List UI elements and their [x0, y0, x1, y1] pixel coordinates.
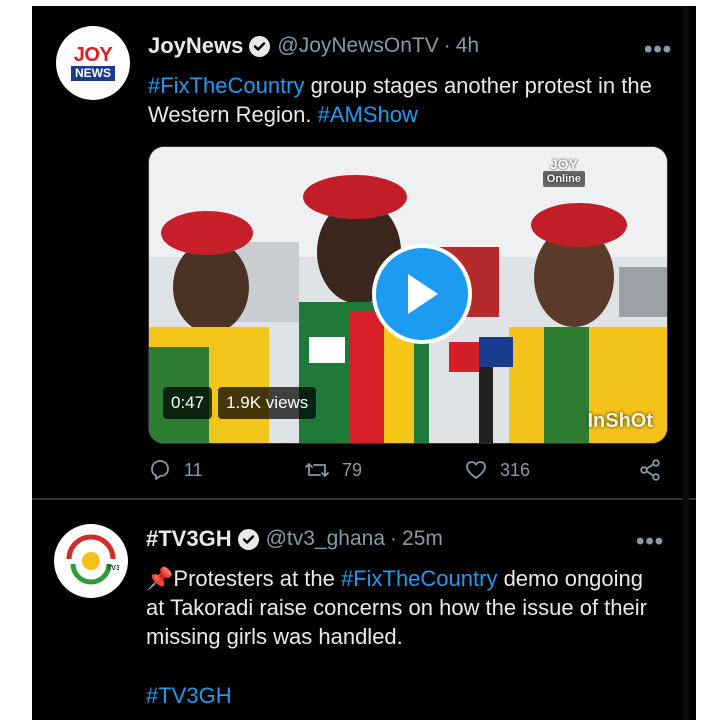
twitter-feed: JOY NEWS JoyNews @JoyNewsOnTV · 4h ••• #… — [32, 6, 696, 720]
tweet-text: 📌Protesters at the #FixTheCountry demo o… — [146, 566, 647, 649]
video-duration: 0:47 — [163, 387, 213, 419]
pushpin-icon: 📌 — [146, 566, 174, 591]
reply-icon — [151, 460, 169, 480]
retweet-icon — [305, 463, 329, 477]
reply-count: 11 — [184, 459, 203, 480]
more-options-icon[interactable]: ••• — [636, 528, 664, 556]
share-button[interactable] — [638, 458, 662, 482]
like-count: 316 — [500, 459, 531, 480]
tweet-time[interactable]: 25m — [402, 527, 443, 551]
separator-dot: · — [390, 527, 398, 550]
verified-badge-icon — [237, 528, 259, 550]
like-button[interactable]: 316 — [464, 458, 530, 482]
svg-text:TV3: TV3 — [107, 565, 119, 572]
video-views: 1.9K views — [218, 387, 317, 419]
hashtag-link[interactable]: #TV3GH — [146, 683, 232, 709]
author-name[interactable]: #TV3GH — [146, 526, 232, 552]
tweet-divider — [32, 498, 696, 500]
tweet-header: #TV3GH @tv3_ghana · 25m — [146, 526, 443, 552]
tweet-actions: 11 79 316 — [148, 458, 668, 488]
tv3-logo: TV3 — [66, 534, 119, 585]
share-icon — [640, 459, 660, 481]
reply-button[interactable]: 11 — [148, 458, 203, 482]
video-meta: 0:47 1.9K views — [163, 387, 317, 419]
play-button[interactable] — [372, 244, 472, 344]
retweet-button[interactable]: 79 — [304, 458, 362, 482]
hashtag-link[interactable]: #FixTheCountry — [341, 566, 498, 591]
heart-icon — [466, 461, 486, 479]
tv3-avatar[interactable]: TV3 — [54, 524, 128, 598]
retweet-count: 79 — [342, 459, 363, 480]
inshot-watermark: InShOt — [587, 410, 653, 432]
play-icon — [408, 274, 438, 314]
frame-edge — [683, 6, 689, 720]
author-handle[interactable]: @tv3_ghana — [266, 527, 385, 551]
tweet-tv3gh[interactable]: TV3 #TV3GH @tv3_ghana · 25m ••• 📌Protest… — [32, 6, 696, 708]
